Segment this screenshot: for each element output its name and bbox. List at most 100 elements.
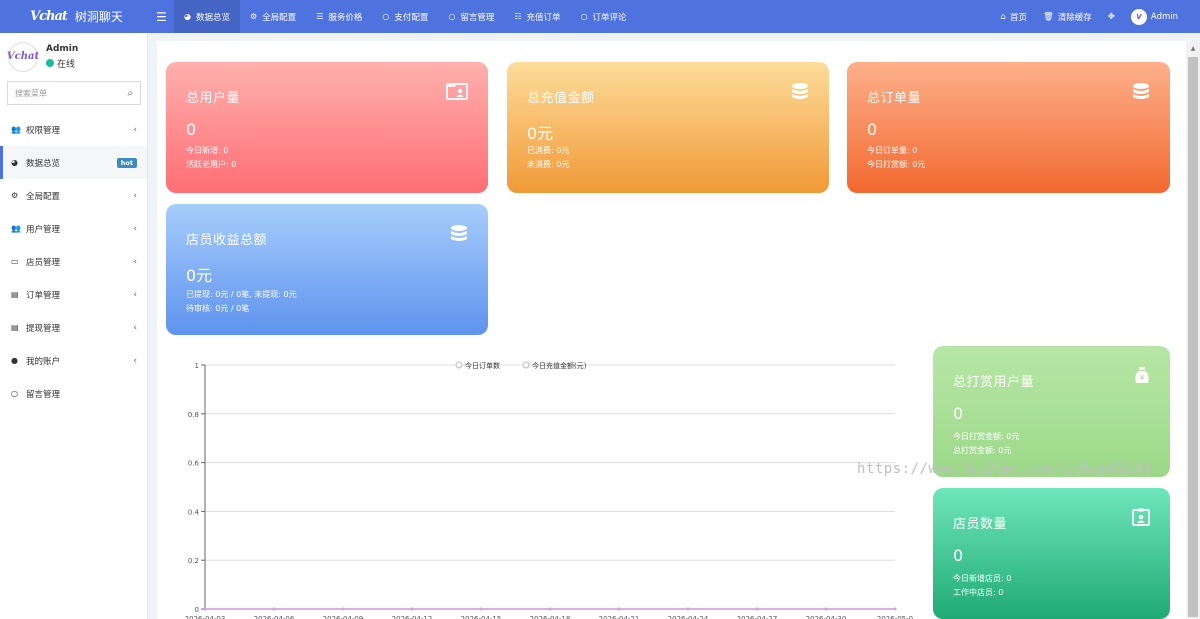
data-point	[617, 607, 621, 611]
user-menu-label: Admin	[1150, 11, 1178, 22]
sidebar-item[interactable]: ● 我的账户 ‹	[0, 344, 147, 377]
fullscreen-button[interactable]: ✥	[1100, 12, 1123, 22]
sidebar-item-label: 留言管理	[26, 389, 61, 400]
user-icon: ●	[11, 356, 18, 365]
x-tick-label: 2026-05-0	[877, 615, 913, 619]
topnav-item[interactable]: ○ 留言管理	[438, 0, 504, 33]
sidebar-item[interactable]: 👥 用户管理 ‹	[0, 212, 147, 245]
sidebar-item[interactable]: ▭ 店员管理 ‹	[0, 245, 147, 278]
sidebar-item[interactable]: ⚙ 全局配置 ‹	[0, 179, 147, 212]
y-tick-label: 0.2	[188, 557, 199, 565]
users-icon: 👥	[11, 125, 21, 134]
card-sub: 今日打赏额: 0元	[867, 160, 926, 169]
main-content: 总用户量 0 今日新增: 0 活跃老用户: 0 总充值金额 0元 已消费: 0元…	[157, 41, 1186, 619]
x-tick-label: 2026-04-09	[323, 615, 364, 619]
topnav-item[interactable]: ○ 支付配置	[372, 0, 438, 33]
card-title: 总订单量	[867, 91, 922, 106]
menu-search-input[interactable]	[15, 88, 128, 98]
circle-icon: ○	[448, 12, 456, 21]
card-value: 0	[867, 120, 878, 139]
topnav-label: 服务价格	[328, 12, 363, 23]
users-icon: 👥	[11, 224, 21, 233]
sidebar-item[interactable]: ○ 留言管理	[0, 377, 147, 410]
total-orders-card: 总订单量 0 今日订单量: 0 今日打赏额: 0元	[847, 62, 1170, 193]
card-title: 店员收益总额	[186, 233, 268, 248]
total-users-card: 总用户量 0 今日新增: 0 活跃老用户: 0	[166, 62, 488, 193]
chevron-left-icon: ‹	[133, 355, 137, 366]
data-point	[893, 607, 897, 611]
card-title: 总打赏用户量	[953, 375, 1035, 390]
sidebar: Vchat Admin 在线 ⌕ 👥 权限管理 ‹ ◕ 数据总览 hot ⚙ 全局配置 ‹ 👥 用户…	[0, 33, 148, 619]
data-point	[272, 607, 276, 611]
x-tick-label: 2026-04-18	[530, 615, 571, 619]
x-tick-label: 2026-04-06	[254, 615, 295, 619]
money-bag-icon: ¥	[1134, 366, 1150, 389]
topnav-label: 数据总览	[195, 12, 230, 23]
data-point	[203, 607, 207, 611]
scrollbar[interactable]: ▲	[1186, 41, 1200, 619]
user-status: 在线	[46, 57, 78, 70]
scrollbar-thumb[interactable]	[1188, 57, 1198, 617]
topnav-item[interactable]: ⚙ 全局配置	[240, 0, 306, 33]
sidebar-item[interactable]: ◕ 数据总览 hot	[0, 146, 147, 179]
database-icon	[791, 82, 809, 107]
card-sub: 工作中店员: 0	[953, 588, 1004, 597]
clear-cache-button[interactable]: 🗑 清除缓存	[1035, 11, 1100, 23]
home-link[interactable]: ⌂ 首页	[993, 11, 1035, 23]
card-sub: 未消费: 0元	[527, 160, 570, 169]
topnav-item[interactable]: ◕ 数据总览	[174, 0, 240, 33]
brand[interactable]: Vchat 树洞聊天	[0, 0, 148, 33]
sidebar-item[interactable]: ▤ 提现管理 ‹	[0, 311, 147, 344]
chart-svg: 0 0.2 0.4 0.6 0.8 1 2026-04-03 2026-04-06 2026-0…	[185, 361, 913, 619]
sidebar-item-label: 订单管理	[26, 290, 61, 301]
staff-count-card: 店员数量 0 今日新增店员: 0 工作中店员: 0	[933, 488, 1170, 619]
gears-icon: ⚙	[11, 191, 19, 200]
legend-label: 今日订单数	[465, 361, 500, 370]
card-value: 0元	[527, 124, 554, 143]
database-icon: ☷	[514, 12, 522, 21]
topnav-item[interactable]: ☷ 充值订单	[504, 0, 570, 33]
x-tick-label: 2026-04-15	[461, 615, 502, 619]
x-tick-label: 2026-04-03	[185, 615, 226, 619]
circle-icon: ○	[580, 12, 588, 21]
status-label: 在线	[57, 59, 76, 70]
y-tick-label: 1	[195, 362, 199, 370]
sidebar-item-label: 用户管理	[26, 224, 61, 235]
menu-search: ⌕	[7, 81, 141, 105]
database-icon	[450, 224, 468, 249]
card-sub: 今日新增店员: 0	[953, 574, 1012, 583]
card-value: 0	[186, 120, 197, 139]
sidebar-item-label: 提现管理	[26, 323, 61, 334]
chevron-left-icon: ‹	[133, 322, 137, 333]
x-tick-label: 2026-04-30	[806, 615, 847, 619]
card-sub: 已提现: 0元 / 0笔, 未提现: 0元	[186, 290, 297, 299]
sidebar-item-label: 数据总览	[26, 158, 61, 169]
avatar: V	[1130, 8, 1147, 25]
chevron-left-icon: ‹	[133, 190, 137, 201]
x-tick-label: 2026-04-24	[668, 615, 709, 619]
user-menu[interactable]: V Admin	[1123, 8, 1186, 25]
search-icon[interactable]: ⌕	[127, 88, 133, 99]
sidebar-item[interactable]: 👥 权限管理 ‹	[0, 113, 147, 146]
card-title: 店员数量	[953, 517, 1008, 532]
staff-income-card: 店员收益总额 0元 已提现: 0元 / 0笔, 未提现: 0元 待审核: 0元 …	[166, 204, 488, 335]
avatar: Vchat	[7, 41, 39, 72]
circle-icon: ○	[11, 389, 18, 398]
card-sub: 今日新增: 0	[186, 146, 229, 155]
menu-toggle-icon[interactable]: ☰	[156, 10, 170, 24]
card-sub: 已消费: 0元	[527, 146, 570, 155]
topnav-item[interactable]: ○ 订单评论	[571, 0, 637, 33]
card-title: 总充值金额	[527, 91, 595, 106]
chevron-left-icon: ‹	[133, 256, 137, 267]
folder-user-icon	[446, 82, 468, 105]
scroll-up-icon[interactable]: ▲	[1186, 41, 1200, 55]
y-tick-label: 0.8	[188, 411, 199, 419]
sidebar-item[interactable]: ▤ 订单管理 ‹	[0, 278, 147, 311]
database-icon	[1132, 82, 1150, 107]
data-point	[824, 607, 828, 611]
chevron-left-icon: ‹	[133, 124, 137, 135]
topnav-label: 支付配置	[394, 12, 429, 23]
topnav-item[interactable]: ☰ 服务价格	[306, 0, 372, 33]
card-sub: 活跃老用户: 0	[186, 160, 237, 169]
card-sub: 今日订单量: 0	[867, 146, 918, 155]
